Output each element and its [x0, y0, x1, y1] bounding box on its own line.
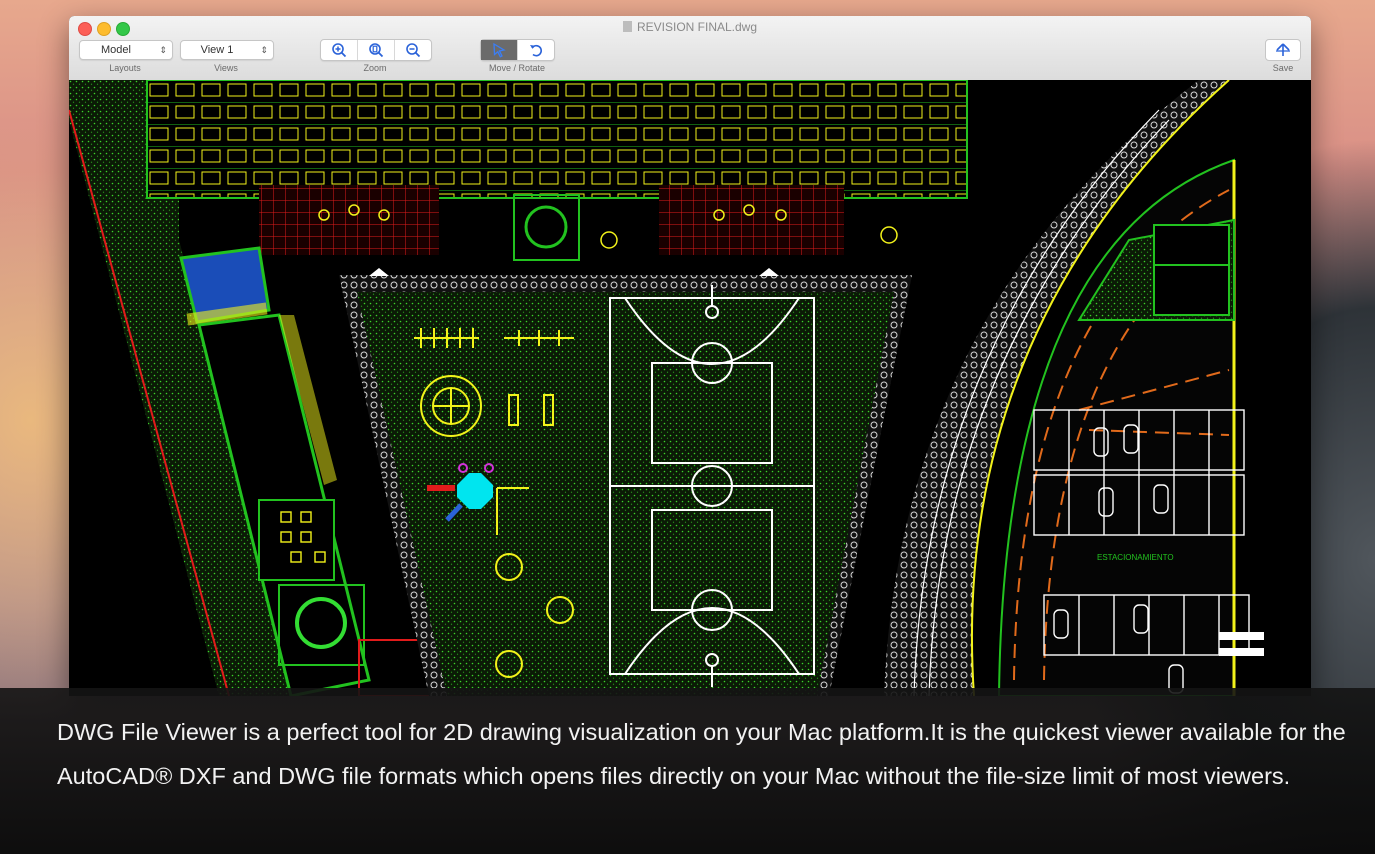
parking-label: ESTACIONAMIENTO — [1097, 553, 1174, 562]
upload-arrow-icon — [1276, 43, 1290, 56]
rotate-button[interactable] — [517, 40, 554, 60]
save-label: Save — [1272, 63, 1294, 73]
layouts-label: Layouts — [109, 63, 141, 73]
zoom-segmented-control — [320, 39, 432, 61]
move-rotate-segmented-control — [480, 39, 555, 61]
views-label: Views — [214, 63, 238, 73]
zoom-in-button[interactable] — [321, 40, 357, 60]
zoom-out-icon — [406, 43, 421, 58]
window-title-text: REVISION FINAL.dwg — [636, 20, 758, 34]
updown-chevron-icon: ⇕ — [159, 45, 167, 55]
move-rotate-label: Move / Rotate — [488, 63, 546, 73]
zoom-fit-icon — [369, 43, 384, 58]
views-popup[interactable]: View 1 ⇕ — [180, 40, 274, 60]
zoom-fit-button[interactable] — [357, 40, 394, 60]
window-title: REVISION FINAL.dwg — [69, 20, 1311, 34]
zoom-in-icon — [332, 43, 347, 58]
layouts-value: Model — [101, 44, 131, 56]
updown-chevron-icon: ⇕ — [260, 45, 268, 55]
move-select-button[interactable] — [481, 40, 517, 60]
cad-drawing: ESTACIONAMIENTO — [69, 80, 1264, 696]
app-window: REVISION FINAL.dwg Model ⇕ Layouts View … — [69, 16, 1311, 696]
caption-banner: DWG File Viewer is a perfect tool for 2D… — [0, 688, 1375, 854]
layouts-popup[interactable]: Model ⇕ — [79, 40, 173, 60]
title-bar: REVISION FINAL.dwg Model ⇕ Layouts View … — [69, 16, 1311, 81]
drawing-canvas[interactable]: ESTACIONAMIENTO — [69, 80, 1311, 696]
document-icon — [622, 21, 632, 32]
select-arrow-icon — [493, 42, 506, 58]
caption-text: DWG File Viewer is a perfect tool for 2D… — [57, 719, 1346, 789]
zoom-label: Zoom — [363, 63, 387, 73]
views-value: View 1 — [200, 44, 234, 56]
save-button[interactable] — [1265, 39, 1301, 61]
zoom-out-button[interactable] — [394, 40, 431, 60]
rotate-icon — [530, 44, 542, 57]
